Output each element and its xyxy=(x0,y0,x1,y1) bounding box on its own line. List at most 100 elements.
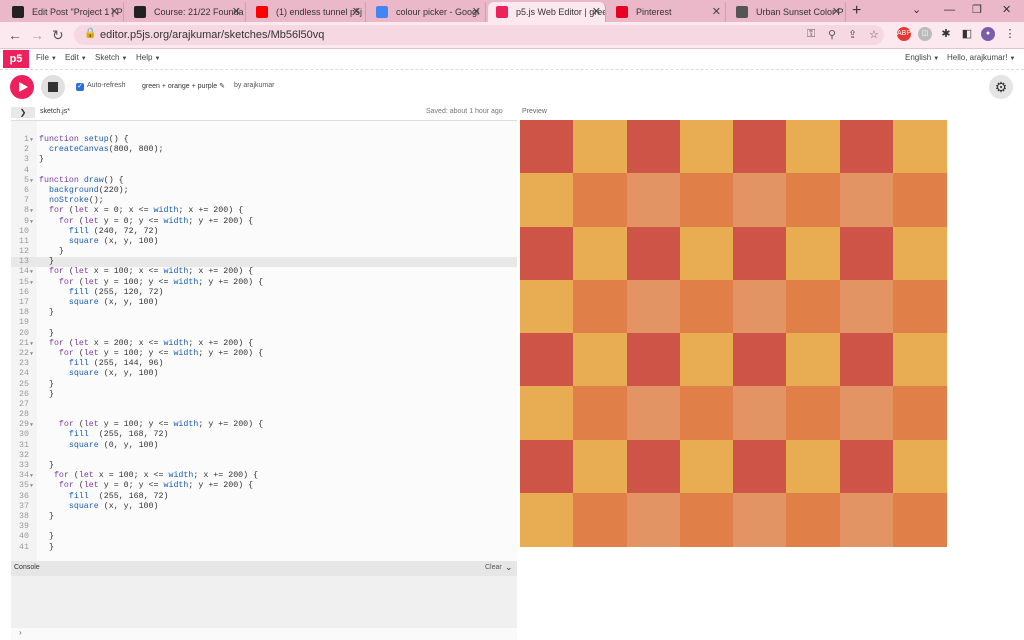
forward-icon[interactable]: → xyxy=(30,26,44,44)
avatar[interactable]: ● xyxy=(981,27,995,41)
code-line[interactable]: 16 fill (255, 120, 72) xyxy=(11,288,517,298)
code-line[interactable]: 9 ▼ for (let y = 0; y <= width; y += 200)… xyxy=(11,217,517,227)
code-line[interactable]: 38 } xyxy=(11,512,517,522)
fold-arrow-icon[interactable]: ▼ xyxy=(30,420,33,430)
restore-icon[interactable]: ❐ xyxy=(972,2,982,18)
minimize-icon[interactable]: — xyxy=(944,2,955,18)
sidebar-toggle-button[interactable]: ❯ xyxy=(11,107,35,118)
code-text[interactable]: } xyxy=(39,380,54,390)
code-line[interactable]: 10 fill (240, 72, 72) xyxy=(11,227,517,237)
code-text[interactable]: fill (255, 144, 96) xyxy=(39,359,164,369)
sidepanel-icon[interactable]: ◧ xyxy=(960,27,974,41)
code-text[interactable]: square (x, y, 100) xyxy=(39,369,159,379)
code-text[interactable]: } xyxy=(39,247,64,257)
auto-refresh-checkbox[interactable]: ✓ xyxy=(76,83,84,91)
close-tab-icon[interactable]: ✕ xyxy=(712,2,721,22)
play-button[interactable] xyxy=(10,75,34,99)
close-tab-icon[interactable]: ✕ xyxy=(472,2,481,22)
lock-icon[interactable]: 🔒 xyxy=(84,28,96,39)
close-tab-icon[interactable]: ✕ xyxy=(352,2,361,22)
fold-arrow-icon[interactable]: ▼ xyxy=(30,349,33,359)
code-line[interactable]: 25 } xyxy=(11,380,517,390)
code-line[interactable]: 35 ▼ for (let y = 0; y <= width; y += 200… xyxy=(11,481,517,491)
browser-tab[interactable]: (1) endless tunnel p5j ✕ xyxy=(248,2,366,22)
code-text[interactable]: square (x, y, 100) xyxy=(39,502,159,512)
fold-arrow-icon[interactable]: ▼ xyxy=(30,217,33,227)
code-text[interactable]: for (let x = 0; x <= width; x += 200) { xyxy=(39,206,243,216)
code-line[interactable]: 4 xyxy=(11,166,517,176)
sketch-preview-canvas[interactable] xyxy=(520,120,947,547)
browser-tab[interactable]: colour picker - Googl ✕ xyxy=(368,2,486,22)
bookmark-star-icon[interactable]: ☆ xyxy=(869,28,879,41)
code-text[interactable]: fill (240, 72, 72) xyxy=(39,227,159,237)
fold-arrow-icon[interactable]: ▼ xyxy=(30,471,33,481)
code-lines[interactable]: 1 ▼ function setup() {2 createCanvas(800, … xyxy=(11,135,517,553)
close-tab-icon[interactable]: ✕ xyxy=(832,2,841,22)
code-text[interactable]: } xyxy=(39,257,54,267)
zoom-icon[interactable]: ⚲ xyxy=(828,28,836,41)
pencil-icon[interactable]: ✎ xyxy=(219,83,225,90)
code-line[interactable]: 7 noStroke(); xyxy=(11,196,517,206)
code-line[interactable]: 14 ▼ for (let x = 100; x <= width; x += 2… xyxy=(11,267,517,277)
code-line[interactable]: 30 fill (255, 168, 72) xyxy=(11,430,517,440)
code-line[interactable]: 40 } xyxy=(11,532,517,542)
code-line[interactable]: 27 xyxy=(11,400,517,410)
code-text[interactable]: } xyxy=(39,329,54,339)
fold-arrow-icon[interactable]: ▼ xyxy=(30,278,33,288)
code-line[interactable]: 19 xyxy=(11,318,517,328)
code-text[interactable]: for (let x = 200; x <= width; x += 200) … xyxy=(39,339,253,349)
language-menu[interactable]: English ▼ xyxy=(905,53,939,62)
code-line[interactable]: 20 } xyxy=(11,329,517,339)
code-line[interactable]: 1 ▼ function setup() { xyxy=(11,135,517,145)
code-text[interactable]: for (let x = 100; x <= width; x += 200) … xyxy=(39,267,253,277)
code-text[interactable]: for (let y = 0; y <= width; y += 200) { xyxy=(39,217,253,227)
code-line[interactable]: 6 background(220); xyxy=(11,186,517,196)
code-text[interactable]: for (let y = 100; y <= width; y += 200) … xyxy=(39,278,263,288)
code-text[interactable]: for (let y = 0; y <= width; y += 200) { xyxy=(39,481,253,491)
sketch-name[interactable]: green + orange + purple ✎ xyxy=(142,82,225,90)
code-line[interactable]: 26 } xyxy=(11,390,517,400)
address-bar[interactable]: 🔒 editor.p5js.org/arajkumar/sketches/Mb5… xyxy=(74,25,884,45)
back-icon[interactable]: ← xyxy=(8,26,22,44)
code-line[interactable]: 33 } xyxy=(11,461,517,471)
code-line[interactable]: 23 fill (255, 144, 96) xyxy=(11,359,517,369)
code-line[interactable]: 18 } xyxy=(11,308,517,318)
code-line[interactable]: 5 ▼ function draw() { xyxy=(11,176,517,186)
reload-icon[interactable]: ↻ xyxy=(52,26,64,44)
close-tab-icon[interactable]: ✕ xyxy=(110,2,119,22)
console-input[interactable]: › xyxy=(11,628,517,640)
url-text[interactable]: editor.p5js.org/arajkumar/sketches/Mb56l… xyxy=(100,29,324,41)
code-text[interactable]: } xyxy=(39,512,54,522)
code-line[interactable]: 2 createCanvas(800, 800); xyxy=(11,145,517,155)
browser-tab[interactable]: Pinterest ✕ xyxy=(608,2,726,22)
code-line[interactable]: 36 fill (255, 168, 72) xyxy=(11,492,517,502)
code-text[interactable]: square (x, y, 100) xyxy=(39,298,159,308)
code-line[interactable]: 21 ▼ for (let x = 200; x <= width; x += 2… xyxy=(11,339,517,349)
code-text[interactable]: fill (255, 168, 72) xyxy=(39,492,169,502)
code-text[interactable]: background(220); xyxy=(39,186,129,196)
code-line[interactable]: 41 } xyxy=(11,543,517,553)
key-icon[interactable]: ⚿ xyxy=(807,28,815,41)
code-line[interactable]: 37 square (x, y, 100) xyxy=(11,502,517,512)
new-tab-button[interactable]: + xyxy=(852,2,861,20)
code-line[interactable]: 29 ▼ for (let y = 100; y <= width; y += 2… xyxy=(11,420,517,430)
browser-tab[interactable]: p5.js Web Editor | gree ✕ xyxy=(488,2,606,22)
clear-console-button[interactable]: Clear xyxy=(485,564,502,571)
code-line[interactable]: 8 ▼ for (let x = 0; x <= width; x += 200)… xyxy=(11,206,517,216)
code-line[interactable]: 32 xyxy=(11,451,517,461)
code-text[interactable]: } xyxy=(39,532,54,542)
fold-arrow-icon[interactable]: ▼ xyxy=(30,481,33,491)
code-text[interactable]: fill (255, 168, 72) xyxy=(39,430,169,440)
code-text[interactable]: } xyxy=(39,461,54,471)
code-text[interactable]: fill (255, 120, 72) xyxy=(39,288,164,298)
code-text[interactable]: for (let y = 100; y <= width; y += 200) … xyxy=(39,349,263,359)
code-text[interactable]: } xyxy=(39,543,54,553)
code-line[interactable]: 22 ▼ for (let y = 100; y <= width; y += 2… xyxy=(11,349,517,359)
close-tab-icon[interactable]: ✕ xyxy=(232,2,241,22)
settings-gear-icon[interactable]: ⚙ xyxy=(989,75,1013,99)
menu-edit[interactable]: Edit ▼ xyxy=(65,53,87,62)
share-icon[interactable]: ⇪ xyxy=(848,28,857,41)
more-menu-icon[interactable]: ⋮ xyxy=(1003,27,1017,41)
code-text[interactable]: } xyxy=(39,308,54,318)
puzzle-icon[interactable]: ✱ xyxy=(939,27,953,41)
